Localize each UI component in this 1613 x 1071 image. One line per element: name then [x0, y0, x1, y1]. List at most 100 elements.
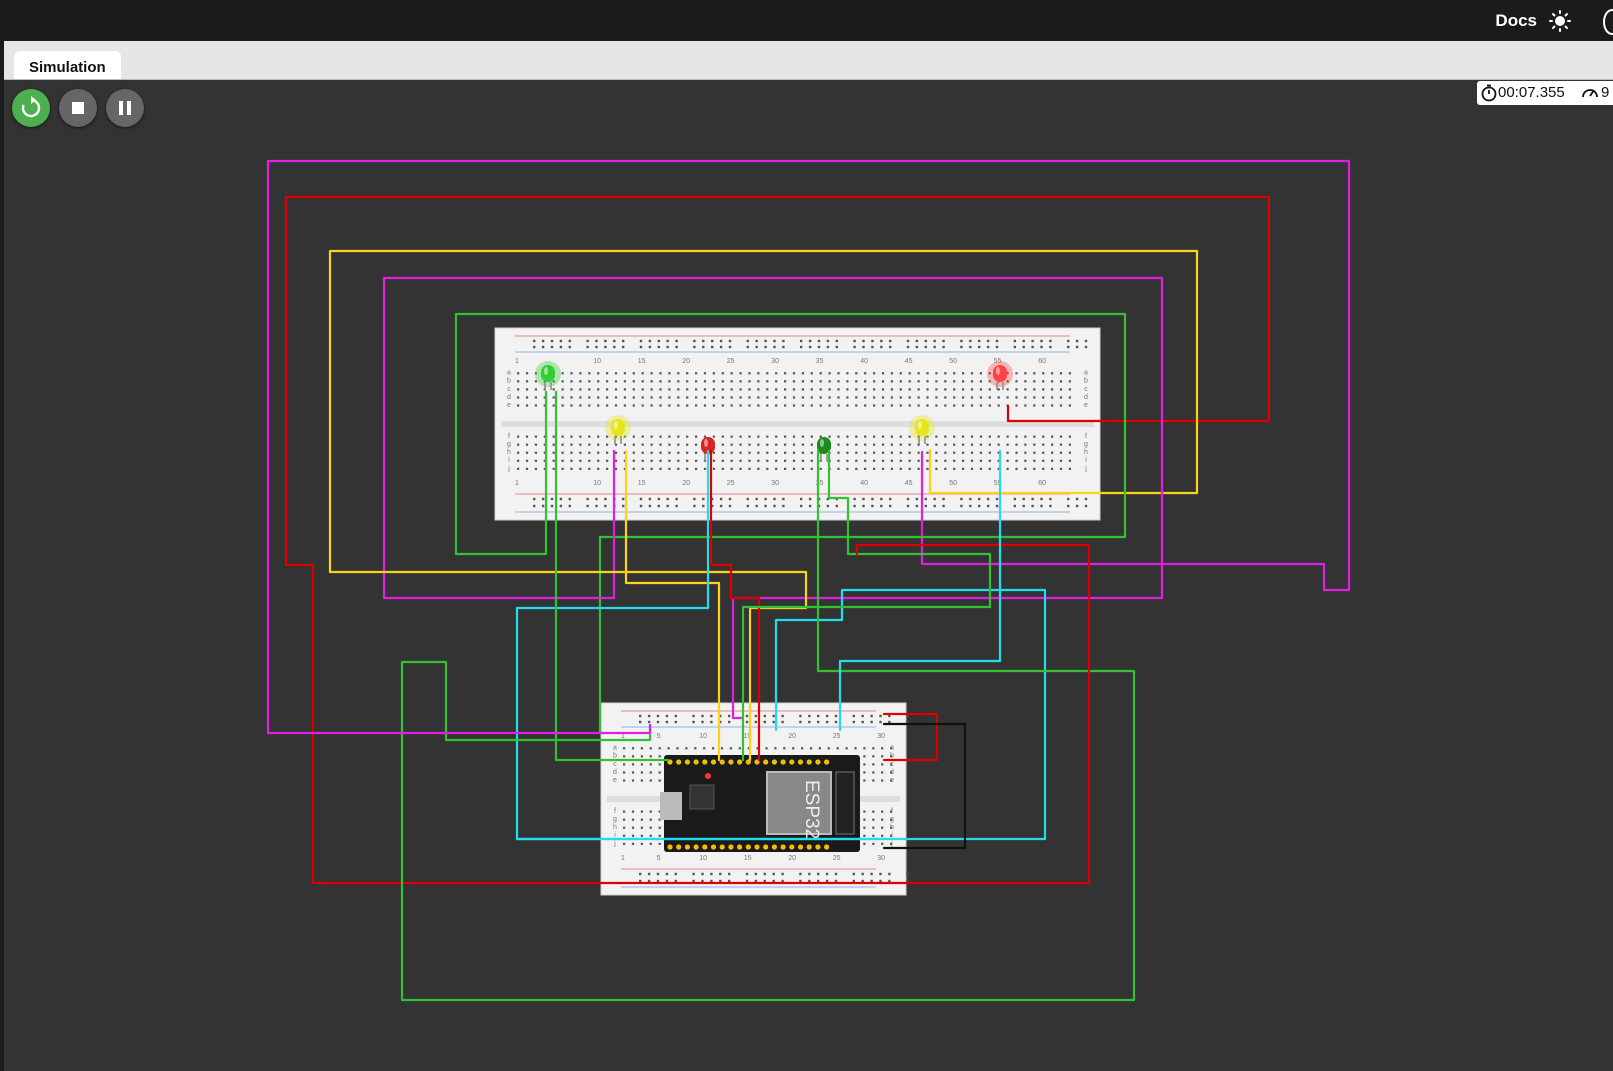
wire-magenta[interactable]: [266, 723, 652, 735]
esp32-pin: [780, 759, 786, 765]
column-number: 55: [994, 480, 1002, 487]
terminal-hole: [659, 372, 662, 375]
wire-yellow[interactable]: [328, 570, 808, 762]
terminal-hole: [534, 404, 537, 407]
stop-button[interactable]: [59, 89, 97, 127]
terminal-hole: [631, 826, 635, 829]
rail-hole: [1040, 339, 1043, 343]
led-red-1[interactable]: [701, 437, 715, 462]
terminal-hole: [686, 396, 689, 399]
wire-red[interactable]: [855, 543, 1091, 885]
led-red-2[interactable]: [987, 361, 1013, 390]
small-breadboard[interactable]: 115510101515202025253030a ab bc cd de ef fg gh h…: [600, 702, 909, 896]
rail-hole: [880, 339, 883, 343]
wire-black[interactable]: [882, 722, 967, 850]
rail-hole: [754, 872, 758, 876]
terminal-hole: [667, 763, 670, 766]
led-yellow-1[interactable]: [605, 415, 631, 444]
terminal-hole: [614, 459, 618, 462]
wire-yellow[interactable]: [624, 449, 721, 762]
wire-red[interactable]: [709, 449, 761, 762]
terminal-hole: [650, 396, 653, 399]
rail-hole: [568, 345, 571, 349]
restart-button[interactable]: [12, 89, 50, 127]
terminal-hole: [890, 818, 893, 821]
pause-button[interactable]: [106, 89, 144, 127]
row-letter: c: [890, 761, 894, 768]
main-breadboard[interactable]: 1 1 10 10 15 15 20 20 25 25 30 30 35 35 40 40 45 45 50 50 55…: [494, 327, 1101, 521]
terminal-hole: [792, 842, 795, 845]
row-letter: f: [614, 808, 616, 815]
terminal-hole: [703, 826, 706, 829]
terminal-hole: [738, 755, 741, 758]
wire-cyan[interactable]: [515, 449, 1047, 841]
wire-green[interactable]: [741, 449, 992, 762]
wire-yellow[interactable]: [328, 249, 1199, 574]
rail-hole: [648, 504, 652, 508]
terminal-hole: [1006, 451, 1009, 454]
wire-magenta[interactable]: [382, 276, 1164, 720]
terminal-hole: [846, 372, 849, 375]
terminal-hole: [703, 755, 706, 758]
tab-simulation[interactable]: Simulation: [14, 51, 121, 79]
terminal-hole: [606, 380, 609, 383]
wire-green[interactable]: [554, 390, 670, 762]
terminal-hole: [703, 396, 707, 399]
wire-green[interactable]: [454, 390, 548, 556]
rail-hole: [666, 345, 669, 349]
terminal-hole: [712, 810, 715, 813]
terminal-hole: [695, 388, 698, 391]
terminal-hole: [579, 435, 582, 438]
wire-cyan[interactable]: [838, 449, 1002, 732]
rail-hole: [781, 714, 784, 718]
terminal-hole: [658, 842, 661, 845]
rail-hole: [746, 345, 749, 349]
wire-green[interactable]: [400, 449, 1136, 1002]
terminal-hole: [738, 842, 741, 845]
terminal-hole: [765, 842, 768, 845]
terminal-hole: [517, 388, 520, 391]
terminal-hole: [775, 467, 778, 470]
rail-hole: [728, 872, 731, 876]
terminal-hole: [632, 404, 635, 407]
wire-magenta[interactable]: [266, 159, 1351, 735]
terminal-hole: [792, 834, 795, 837]
terminal-hole: [801, 818, 804, 821]
wire-red[interactable]: [284, 195, 1271, 885]
rail-hole: [1022, 345, 1025, 349]
terminal-hole: [525, 372, 529, 375]
terminal-hole: [570, 435, 573, 438]
rail-hole: [808, 720, 811, 724]
rail-hole: [622, 497, 625, 501]
terminal-hole: [712, 459, 715, 462]
github-icon[interactable]: [1603, 9, 1613, 35]
docs-link[interactable]: Docs: [1495, 11, 1537, 31]
circuit-canvas[interactable]: 1110101515202025253030353540404545505055…: [0, 0, 1613, 1071]
esp32-pin: [684, 759, 691, 765]
rail-hole: [604, 504, 607, 508]
terminal-hole: [739, 435, 742, 438]
terminal-hole: [597, 467, 600, 470]
terminal-hole: [623, 771, 626, 774]
led-yellow-2[interactable]: [909, 415, 935, 444]
sun-icon[interactable]: [1549, 10, 1571, 32]
terminal-hole: [667, 826, 670, 829]
wire-magenta[interactable]: [382, 449, 616, 600]
terminal-hole: [819, 459, 822, 462]
led-yellow-1-body: [611, 419, 625, 436]
esp32-pin: [797, 759, 804, 765]
terminal-hole: [712, 380, 715, 383]
terminal-hole: [890, 779, 893, 782]
terminal-hole: [623, 467, 626, 470]
wire-red[interactable]: [882, 712, 939, 762]
led-green-1[interactable]: [535, 361, 561, 390]
wire-green[interactable]: [454, 312, 1127, 735]
rail-hole: [533, 339, 536, 343]
terminal-hole: [784, 404, 787, 407]
rail-hole: [852, 872, 855, 876]
terminal-hole: [881, 451, 885, 454]
esp32-board[interactable]: ESP32: [660, 755, 860, 852]
led-green-2[interactable]: [817, 437, 831, 462]
rail-hole: [1049, 504, 1052, 508]
terminal-hole: [899, 372, 902, 375]
